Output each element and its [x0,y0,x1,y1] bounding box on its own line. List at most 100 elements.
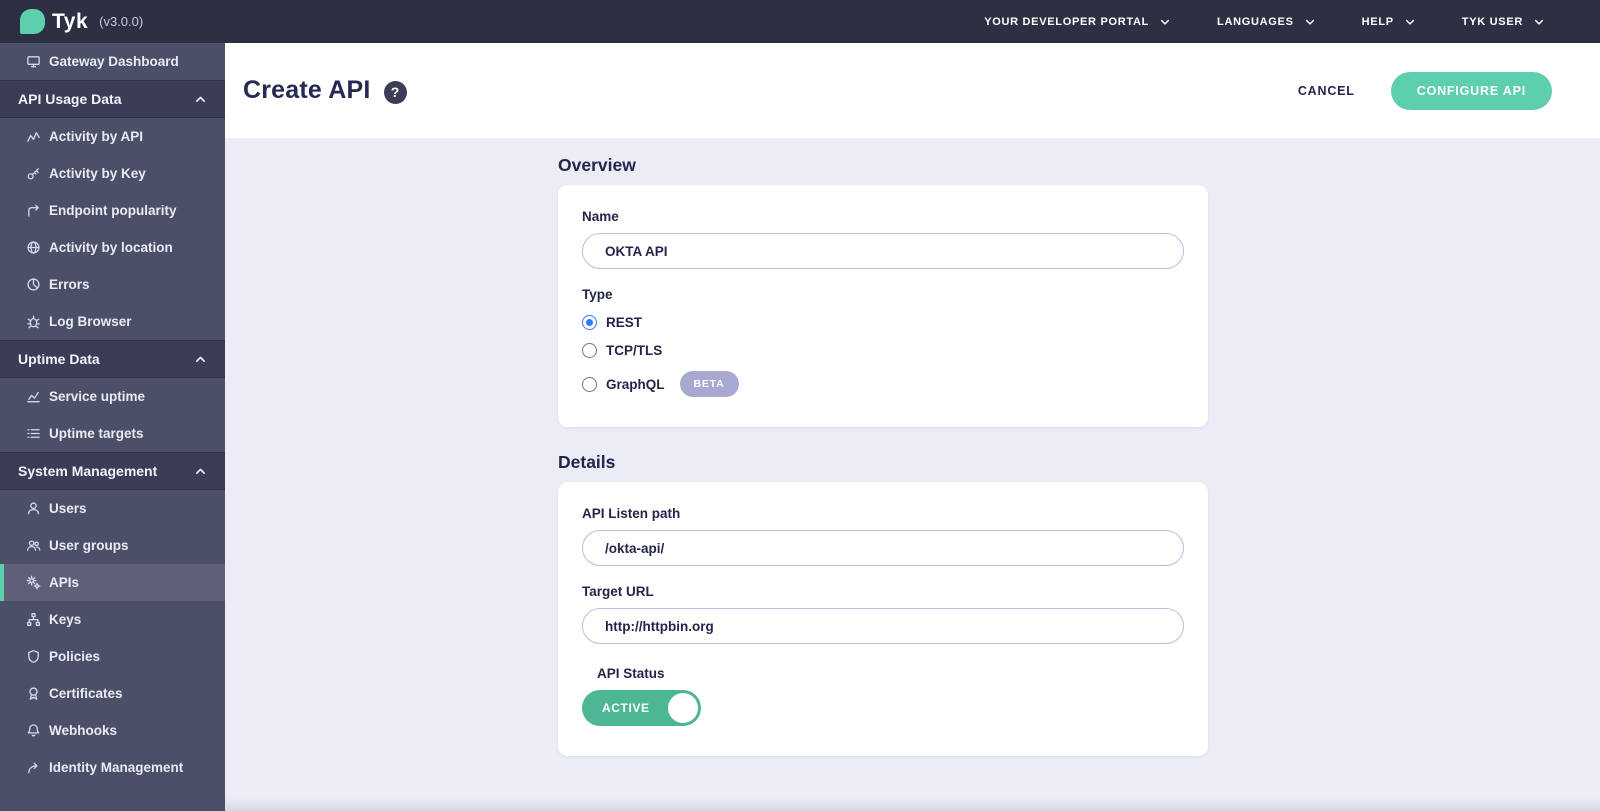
main-content: Overview Name Type REST TCP/TLS GraphQLBET… [225,138,1600,811]
sidebar-section-uptime-data[interactable]: Uptime Data [0,340,225,378]
pie-chart-icon [26,277,41,292]
sidebar-item-endpoint-popularity[interactable]: Endpoint popularity [0,192,225,229]
details-heading: Details [558,452,1208,473]
sidebar-item-label: Activity by API [49,129,143,144]
type-label: Type [582,287,1184,302]
sidebar-item-user-groups[interactable]: User groups [0,527,225,564]
bell-icon [26,723,41,738]
sidebar-item-label: Policies [49,649,100,664]
topbar-nav: YOUR DEVELOPER PORTAL LANGUAGES HELP TYK US… [984,16,1545,28]
sidebar-item-activity-by-location[interactable]: Activity by location [0,229,225,266]
sidebar-item-label: Identity Management [49,760,183,775]
sidebar-item-label: Keys [49,612,81,627]
sidebar-item-gateway-dashboard[interactable]: Gateway Dashboard [0,43,225,80]
sidebar-item-identity-management[interactable]: Identity Management [0,749,225,786]
sidebar-item-label: Gateway Dashboard [49,54,179,69]
sitemap-icon [26,612,41,627]
radio-label: REST [606,315,642,330]
configure-api-button[interactable]: CONFIGURE API [1391,72,1552,110]
chevron-down-icon [1533,16,1545,28]
overview-heading: Overview [558,155,1208,176]
nav-label: TYK USER [1462,16,1523,28]
nav-label: HELP [1362,16,1394,28]
sidebar-item-uptime-targets[interactable]: Uptime targets [0,415,225,452]
details-card: API Listen path Target URL API Status AC… [558,482,1208,756]
toggle-knob-icon [668,693,698,723]
sidebar-item-service-uptime[interactable]: Service uptime [0,378,225,415]
sidebar-item-label: Activity by Key [49,166,146,181]
curved-arrow-icon [26,760,41,775]
chevron-up-icon [194,353,207,366]
sidebar-item-label: Activity by location [49,240,173,255]
globe-icon [26,240,41,255]
radio-rest[interactable]: REST [582,315,1184,330]
chevron-down-icon [1404,16,1416,28]
sidebar-item-label: Service uptime [49,389,145,404]
target-url-label: Target URL [582,584,1184,599]
radio-graphql[interactable]: GraphQLBETA [582,371,1184,397]
topbar: Tyk (v3.0.0) YOUR DEVELOPER PORTAL LANGUA… [0,0,1600,43]
sidebar-item-policies[interactable]: Policies [0,638,225,675]
chevron-down-icon [1159,16,1171,28]
sidebar-item-label: Log Browser [49,314,132,329]
bug-icon [26,314,41,329]
shield-icon [26,649,41,664]
api-status-toggle[interactable]: ACTIVE [582,690,701,726]
sidebar-item-label: Errors [49,277,90,292]
sidebar-section-system-management[interactable]: System Management [0,452,225,490]
listen-path-input[interactable] [582,530,1184,566]
sidebar-item-label: Endpoint popularity [49,203,177,218]
nav-tyk-user[interactable]: TYK USER [1462,16,1545,28]
nav-languages[interactable]: LANGUAGES [1217,16,1316,28]
tyk-leaf-icon [20,9,45,34]
chevron-up-icon [194,93,207,106]
name-input[interactable] [582,233,1184,269]
sidebar-item-label: User groups [49,538,129,553]
monitor-icon [26,54,41,69]
endpoint-branch-icon [26,203,41,218]
brand-name: Tyk [52,10,88,34]
overview-card: Name Type REST TCP/TLS GraphQLBETA [558,185,1208,427]
bottom-fade [225,798,1600,811]
activity-chart-icon [26,129,41,144]
sidebar-item-activity-by-api[interactable]: Activity by API [0,118,225,155]
name-label: Name [582,209,1184,224]
sidebar-item-label: APIs [49,575,79,590]
cancel-button[interactable]: CANCEL [1298,84,1355,98]
line-chart-icon [26,389,41,404]
sidebar-item-users[interactable]: Users [0,490,225,527]
nav-help[interactable]: HELP [1362,16,1416,28]
sidebar-item-keys[interactable]: Keys [0,601,225,638]
chevron-up-icon [194,465,207,478]
key-icon [26,166,41,181]
gears-icon [26,575,41,590]
target-url-input[interactable] [582,608,1184,644]
listen-path-label: API Listen path [582,506,1184,521]
sidebar-item-errors[interactable]: Errors [0,266,225,303]
radio-selected-icon[interactable] [582,315,597,330]
nav-your-developer-portal[interactable]: YOUR DEVELOPER PORTAL [984,16,1171,28]
api-status-value: ACTIVE [602,701,650,715]
radio-label: GraphQL [606,377,665,392]
sidebar-item-label: Webhooks [49,723,117,738]
page-header: Create API ? CANCEL CONFIGURE API [225,43,1600,138]
sidebar-section-label: System Management [18,463,157,479]
tyk-logo[interactable]: Tyk (v3.0.0) [20,9,143,34]
radio-unselected-icon[interactable] [582,377,597,392]
radio-tcp-tls[interactable]: TCP/TLS [582,343,1184,358]
sidebar-item-webhooks[interactable]: Webhooks [0,712,225,749]
sidebar-item-apis[interactable]: APIs [0,564,225,601]
help-icon[interactable]: ? [384,81,407,104]
sidebar-section-api-usage-data[interactable]: API Usage Data [0,80,225,118]
sidebar: Gateway Dashboard API Usage Data Activity … [0,43,225,811]
type-radio-group: REST TCP/TLS GraphQLBETA [582,315,1184,397]
certificate-icon [26,686,41,701]
sidebar-item-activity-by-key[interactable]: Activity by Key [0,155,225,192]
list-icon [26,426,41,441]
brand-version: (v3.0.0) [99,14,143,29]
radio-unselected-icon[interactable] [582,343,597,358]
sidebar-item-log-browser[interactable]: Log Browser [0,303,225,340]
sidebar-item-certificates[interactable]: Certificates [0,675,225,712]
sidebar-item-label: Certificates [49,686,123,701]
nav-label: LANGUAGES [1217,16,1294,28]
